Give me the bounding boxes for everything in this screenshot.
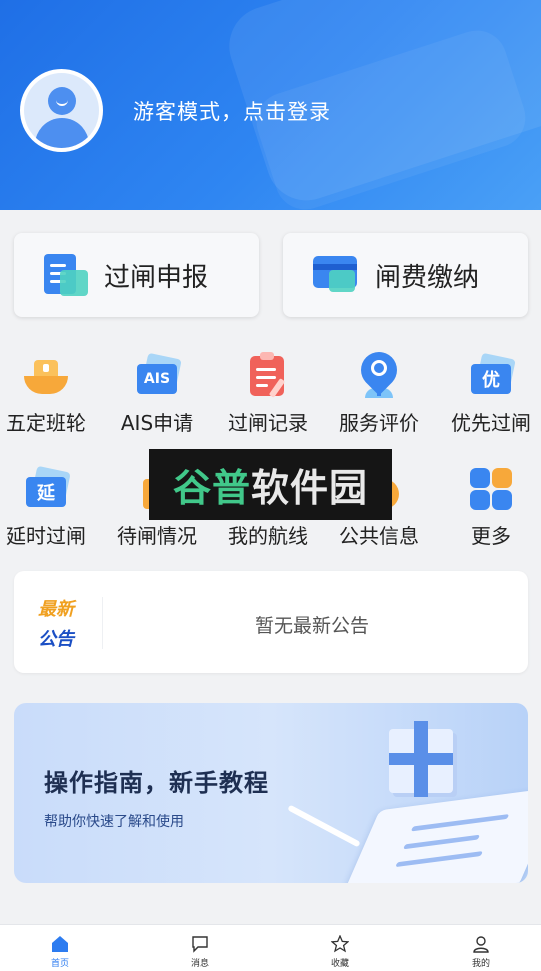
watermark-text: 软件园 [251,466,369,510]
ship-icon [22,352,70,400]
location-heart-icon [353,344,405,400]
watermark-overlay: 谷普 软件园 [149,449,392,520]
more-tiles-icon [467,465,515,513]
clipboard-icon [244,352,292,400]
card-label: 闸费缴纳 [375,262,480,293]
service-label: 过闸记录 [228,411,308,435]
lock-pass-declare-card[interactable]: 过闸申报 [14,233,259,317]
ais-badge-icon: AIS [133,352,182,400]
document-icon [44,252,90,298]
service-delay-pass[interactable]: 延 延时过闸 [0,465,100,555]
star-icon [331,935,349,953]
service-label: 待闸情况 [117,524,197,548]
tab-favorites[interactable]: 收藏 [290,925,390,971]
watermark-text: 谷普 [172,466,251,510]
announcement-bar[interactable]: 最新 公告 暂无最新公告 [14,571,528,673]
service-more[interactable]: 更多 [437,465,541,555]
pen-illustration [287,804,361,848]
service-ais-apply[interactable]: AIS AIS申请 [103,352,211,442]
tab-label: 我的 [471,959,490,969]
divider [102,597,103,649]
announcement-tag: 公告 [38,629,74,650]
message-icon [192,936,208,953]
tab-profile[interactable]: 我的 [431,925,531,971]
login-prompt[interactable]: 游客模式，点击登录 [133,96,331,126]
tab-label: 首页 [50,959,69,969]
announcement-tag: 最新 [38,599,74,620]
home-icon [52,936,68,952]
service-label: 延时过闸 [6,524,86,548]
delay-badge-icon: 延 [22,465,71,513]
paper-illustration [336,786,528,883]
card-label: 过闸申报 [104,262,209,293]
priority-badge-icon: 优 [467,352,516,400]
announcement-text: 暂无最新公告 [254,615,369,637]
service-priority-pass[interactable]: 优 优先过闸 [437,352,541,442]
service-fixed-liner[interactable]: 五定班轮 [0,352,100,442]
service-label: 更多 [471,524,511,548]
tab-home[interactable]: 首页 [10,925,110,971]
user-avatar-icon [24,73,99,148]
profile-header: 游客模式，点击登录 [0,0,541,210]
bottom-tab-bar: 首页 消息 收藏 我的 [0,924,541,971]
service-label: 我的航线 [228,524,308,548]
service-evaluation[interactable]: 服务评价 [325,344,433,442]
guide-banner[interactable]: 操作指南，新手教程 帮助你快速了解和使用 [14,703,528,883]
user-icon [473,936,489,953]
service-label: 五定班轮 [6,411,86,435]
service-lock-records[interactable]: 过闸记录 [214,352,322,442]
avatar[interactable] [20,69,103,152]
service-label: 服务评价 [339,411,419,435]
guide-title: 操作指南，新手教程 [44,769,269,797]
payment-card-icon [313,252,361,298]
service-label: 公共信息 [339,524,419,548]
service-label: 优先过闸 [451,411,531,435]
gift-ribbon [389,753,453,765]
guide-subtitle: 帮助你快速了解和使用 [44,814,184,830]
service-label: AIS申请 [120,411,194,435]
tab-label: 收藏 [330,959,349,969]
tab-label: 消息 [190,959,209,969]
tab-messages[interactable]: 消息 [150,925,250,971]
lock-fee-payment-card[interactable]: 闸费缴纳 [283,233,528,317]
